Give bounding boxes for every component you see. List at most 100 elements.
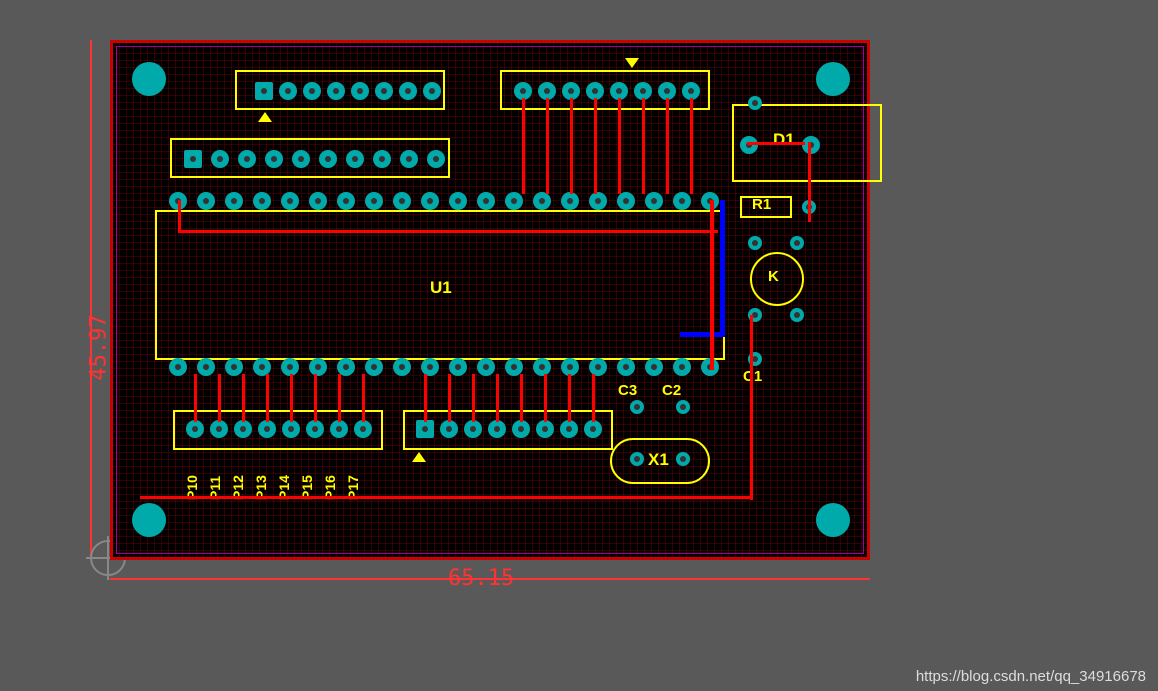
trace [140,496,750,499]
trace [808,142,811,222]
ic-pad [309,358,327,376]
ic-pad [505,192,523,210]
ic-pad [169,358,187,376]
ic-pad [365,358,383,376]
trace [362,374,365,422]
pad [440,420,458,438]
pad [211,150,229,168]
ic-pad [253,192,271,210]
mounting-hole [816,503,850,537]
ic-pad [673,192,691,210]
pad [184,150,202,168]
ic-pad [365,192,383,210]
trace [568,374,571,422]
mounting-hole [132,62,166,96]
pad [373,150,391,168]
trace [642,98,645,194]
pad [354,420,372,438]
trace [592,374,595,422]
pad [676,452,690,466]
pad [327,82,345,100]
pad [464,420,482,438]
ic-pad [281,192,299,210]
ic-pad [225,192,243,210]
pad [282,420,300,438]
trace [472,374,475,422]
trace [290,374,293,422]
pad [234,420,252,438]
label-k: K [768,268,779,285]
pad [303,82,321,100]
dim-v-line [90,40,92,560]
ic-pad [533,192,551,210]
trace [750,315,753,500]
trace [720,200,725,335]
trace [242,374,245,422]
mounting-hole [816,62,850,96]
ic-pad [449,358,467,376]
pad [255,82,273,100]
ic-pad [393,358,411,376]
ic-pad [477,358,495,376]
pin1-marker [412,452,426,462]
pad [400,150,418,168]
trace [690,98,693,194]
ic-pad [645,358,663,376]
ic-pad [617,358,635,376]
ic-pad [477,192,495,210]
ic-pad [533,358,551,376]
pad [790,236,804,250]
ic-pad [421,192,439,210]
header-p1 [173,410,383,450]
ic-pad [645,192,663,210]
pad [488,420,506,438]
pad [306,420,324,438]
pad [676,400,690,414]
ic-pad [225,358,243,376]
pad [630,452,644,466]
trace [680,332,725,337]
label-c3: C3 [618,382,637,399]
pad [292,150,310,168]
dim-width: 65.15 [448,566,514,591]
label-x1: X1 [648,450,669,470]
trace [520,374,523,422]
trace [496,374,499,422]
trace [314,374,317,422]
label-r1: R1 [752,196,771,213]
pad [423,82,441,100]
trace [178,200,181,232]
pad [258,420,276,438]
pad [536,420,554,438]
trace [424,374,427,422]
pad [330,420,348,438]
pin1-marker [258,112,272,122]
pad [512,420,530,438]
pad [351,82,369,100]
pad [238,150,256,168]
pad [416,420,434,438]
trace [338,374,341,422]
pad [375,82,393,100]
ic-pad [337,192,355,210]
trace [194,374,197,422]
pad [346,150,364,168]
ic-pad [673,358,691,376]
pad [210,420,228,438]
pad [319,150,337,168]
pad [748,236,762,250]
trace [448,374,451,422]
trace [522,98,525,194]
ic-label: U1 [430,278,452,298]
pad [740,136,758,154]
pcb-canvas: 65.15 45.97 U1 [0,0,1158,691]
trace [710,200,714,370]
ic-pad [197,192,215,210]
watermark: https://blog.csdn.net/qq_34916678 [916,668,1146,685]
label-d1: D1 [773,130,795,150]
ic-pad [393,192,411,210]
pad [802,136,820,154]
ic-pad [617,192,635,210]
pad [279,82,297,100]
pad [427,150,445,168]
